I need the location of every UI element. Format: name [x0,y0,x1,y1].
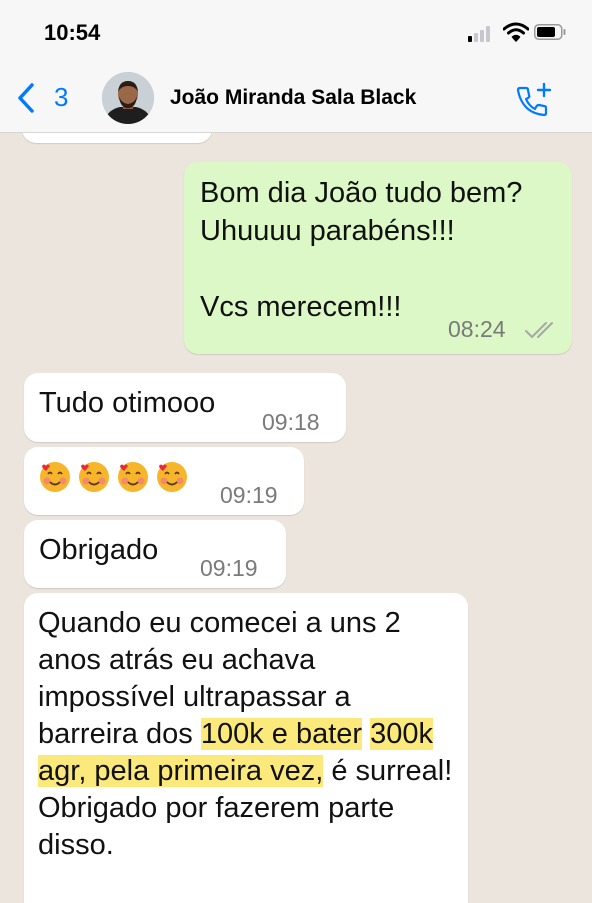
message-text: Quando eu comecei a uns 2 anos atrás eu … [38,605,458,864]
smiling-face-with-hearts-icon [79,462,109,492]
contact-name[interactable]: João Miranda Sala Black [170,86,416,110]
incoming-message-4[interactable]: Quando eu comecei a uns 2 anos atrás eu … [24,593,468,903]
back-button[interactable]: 3 [16,78,86,118]
message-text: Tudo otimooo [39,387,216,419]
status-time: 10:54 [44,20,101,45]
chevron-left-icon [18,83,34,113]
message-time: 08:24 [448,316,506,342]
smiling-face-with-hearts-icon [40,462,70,492]
previous-message-bubble[interactable] [22,133,212,143]
emoji-row [38,460,194,494]
avatar-image [102,72,154,124]
message-time: 09:18 [262,409,320,435]
message-text: Obrigado [39,534,159,566]
cellular-signal-icon [468,26,494,42]
message-time: 09:19 [200,555,258,581]
avatar[interactable] [102,72,154,124]
incoming-message-3[interactable]: Obrigado 09:19 [24,520,286,588]
add-call-icon[interactable] [514,82,554,118]
status-bar: 10:54 [0,0,592,64]
chat-header: 3 João Miranda Sala Black [0,64,592,133]
highlighted-text: 100k e bater [200,718,363,750]
battery-icon [534,24,566,40]
incoming-message-1[interactable]: Tudo otimooo 09:18 [24,373,346,442]
smiling-face-with-hearts-icon [118,462,148,492]
message-text: Bom dia João tudo bem? Uhuuuu parabéns!!… [200,177,523,323]
read-receipt-icon [525,322,553,339]
outgoing-message-1[interactable]: Bom dia João tudo bem? Uhuuuu parabéns!!… [184,162,572,354]
wifi-icon [503,22,529,42]
chat-area[interactable]: Bom dia João tudo bem? Uhuuuu parabéns!!… [0,133,592,903]
unread-count: 3 [54,82,69,112]
message-time: 09:19 [220,482,278,508]
incoming-message-2[interactable]: 09:19 [24,447,304,515]
smiling-face-with-hearts-icon [157,462,187,492]
